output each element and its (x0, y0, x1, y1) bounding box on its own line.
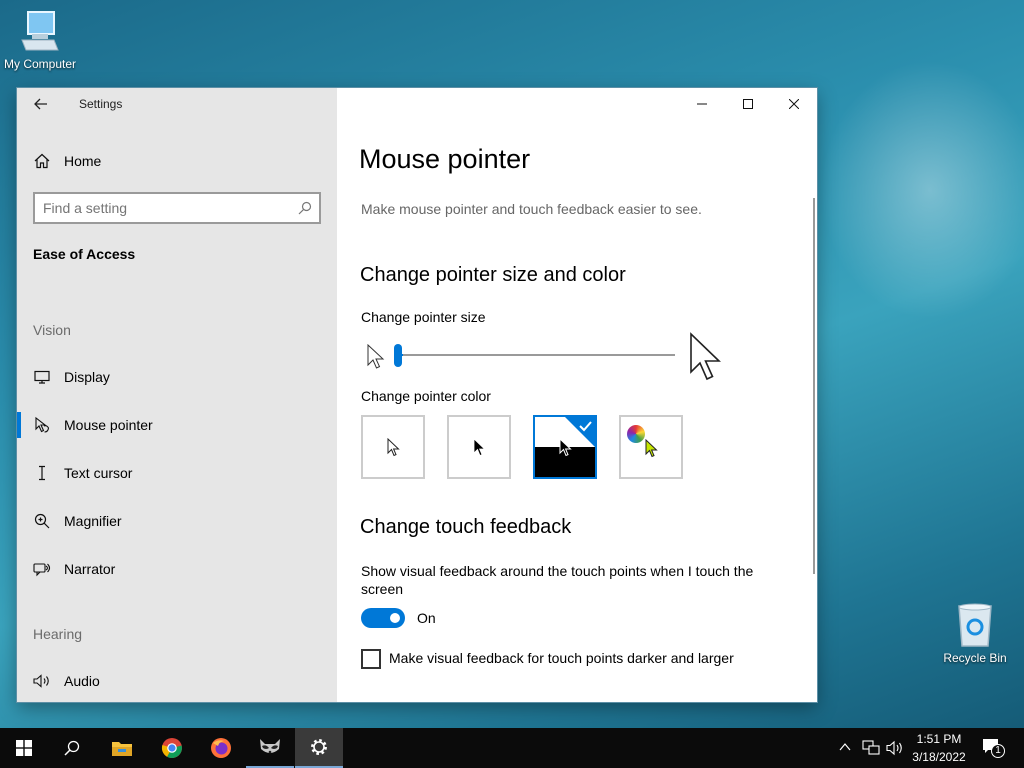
volume-button[interactable] (886, 740, 904, 761)
show-hidden-icons-button[interactable] (838, 740, 852, 759)
touch-section-heading: Change touch feedback (360, 516, 572, 538)
category-title: Ease of Access (33, 246, 136, 262)
start-button[interactable] (0, 728, 48, 768)
display-icon (33, 368, 51, 386)
darker-feedback-checkbox[interactable] (361, 649, 381, 669)
pointer-color-white[interactable] (361, 415, 425, 479)
taskbar-firefox[interactable] (197, 728, 245, 768)
sidebar-item-label: Magnifier (64, 513, 122, 529)
section-label-hearing: Hearing (33, 626, 83, 642)
pointer-color-custom[interactable] (619, 415, 683, 479)
darker-feedback-label: Make visual feedback for touch points da… (389, 650, 734, 666)
desktop-icon-label: Recycle Bin (943, 651, 1007, 665)
pointer-size-label: Change pointer size (361, 309, 486, 325)
taskbar-chrome[interactable] (148, 728, 196, 768)
network-button[interactable] (862, 740, 880, 761)
settings-window: Settings Home Ease of Access Vision Disp… (17, 88, 817, 702)
chrome-icon (161, 738, 182, 758)
search-box[interactable] (33, 192, 321, 224)
search-icon (64, 740, 80, 756)
desktop-icon-label: My Computer (3, 57, 77, 71)
raccoon-app-icon (260, 739, 280, 754)
taskbar: 1:51 PM 3/18/2022 1 (0, 728, 1024, 768)
small-pointer-icon (367, 343, 385, 375)
sidebar-item-label: Display (64, 369, 110, 385)
minimize-icon (697, 103, 707, 105)
network-icon (862, 740, 880, 755)
close-icon (789, 99, 799, 109)
sidebar-item-label: Mouse pointer (64, 417, 153, 433)
toggle-state-label: On (417, 610, 436, 626)
settings-icon (311, 739, 327, 755)
narrator-icon (33, 560, 51, 578)
sidebar-item-audio[interactable]: Audio (17, 661, 337, 701)
taskbar-file-explorer[interactable] (98, 728, 146, 768)
section-label-vision: Vision (33, 322, 71, 338)
pointer-color-black[interactable] (447, 415, 511, 479)
touch-feedback-label: Show visual feedback around the touch po… (361, 563, 754, 597)
audio-icon (33, 672, 51, 690)
desktop-icon-my-computer[interactable]: My Computer (0, 10, 80, 71)
large-pointer-icon (689, 332, 723, 387)
minimize-button[interactable] (679, 88, 725, 120)
firefox-icon (211, 738, 231, 758)
recycle-bin-icon (955, 602, 995, 648)
settings-sidebar: Settings Home Ease of Access Vision Disp… (17, 88, 337, 702)
white-pointer-icon (387, 438, 400, 457)
sidebar-item-label: Audio (64, 673, 100, 689)
text-cursor-icon (33, 464, 51, 482)
toggle-knob (390, 613, 400, 623)
inverted-pointer-icon (559, 438, 572, 457)
page-title: Mouse pointer (359, 144, 531, 174)
sidebar-home-label: Home (64, 153, 102, 169)
color-wheel-icon (627, 425, 645, 443)
touch-feedback-toggle[interactable] (361, 608, 405, 628)
black-pointer-icon (473, 438, 486, 457)
sidebar-item-magnifier[interactable]: Magnifier (17, 501, 337, 541)
desktop-icon-recycle-bin[interactable]: Recycle Bin (935, 602, 1015, 665)
computer-icon (18, 10, 62, 54)
search-input[interactable] (43, 199, 288, 217)
settings-content: Mouse pointer Make mouse pointer and tou… (337, 88, 817, 702)
close-button[interactable] (771, 88, 817, 120)
custom-pointer-icon (645, 439, 658, 458)
sidebar-item-text-cursor[interactable]: Text cursor (17, 453, 337, 493)
sidebar-item-display[interactable]: Display (17, 357, 337, 397)
notification-badge: 1 (991, 744, 1005, 758)
taskbar-settings[interactable] (295, 728, 343, 768)
pointer-section-heading: Change pointer size and color (360, 264, 626, 286)
pointer-size-thumb[interactable] (394, 344, 402, 367)
maximize-icon (743, 99, 753, 109)
window-title: Settings (79, 97, 123, 111)
taskbar-search-button[interactable] (48, 728, 96, 768)
sidebar-item-label: Narrator (64, 561, 116, 577)
file-explorer-icon (112, 742, 132, 756)
pointer-size-slider[interactable] (399, 354, 675, 356)
magnifier-icon (33, 512, 51, 530)
action-center-button[interactable]: 1 (982, 738, 1005, 763)
search-icon (298, 201, 312, 220)
home-icon (33, 152, 51, 170)
back-button[interactable] (31, 94, 51, 114)
pointer-color-inverted[interactable] (533, 415, 597, 479)
page-description: Make mouse pointer and touch feedback ea… (361, 201, 702, 217)
volume-icon (886, 740, 902, 756)
sidebar-home[interactable]: Home (17, 141, 337, 181)
wallpaper-highlight (820, 60, 1024, 320)
start-icon (16, 740, 32, 756)
taskbar-raccoon-app[interactable] (246, 728, 294, 768)
sidebar-item-narrator[interactable]: Narrator (17, 549, 337, 589)
maximize-button[interactable] (725, 88, 771, 120)
clock-date[interactable]: 3/18/2022 (908, 750, 970, 764)
chevron-up-icon (839, 743, 851, 751)
sidebar-item-mouse-pointer[interactable]: Mouse pointer (17, 405, 337, 445)
content-scrollbar[interactable] (813, 198, 815, 574)
clock-time[interactable]: 1:51 PM (908, 732, 970, 746)
mouse-pointer-icon (33, 416, 51, 434)
selection-indicator (17, 412, 21, 438)
sidebar-item-label: Text cursor (64, 465, 133, 481)
pointer-color-label: Change pointer color (361, 388, 491, 404)
back-arrow-icon (34, 98, 47, 110)
